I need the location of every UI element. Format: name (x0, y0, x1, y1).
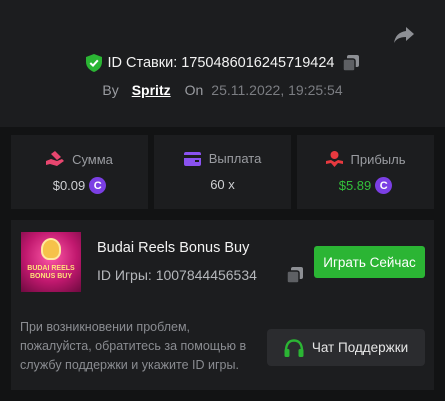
stat-amount-header: Сумма (11, 151, 148, 167)
stat-profit-value-row: $5.89 C (297, 177, 434, 194)
stat-payout-header: Выплата (154, 151, 291, 166)
stat-amount-label: Сумма (72, 151, 113, 167)
bet-header: ID Ставки: 1750486016245719424 By Spritz… (0, 0, 445, 127)
game-id: ID Игры: 1007844456534 (97, 267, 257, 283)
support-chat-button[interactable]: Чат Поддержки (267, 329, 425, 366)
coin-icon: C (375, 177, 393, 194)
shield-check-icon (85, 54, 102, 72)
hand-coin-icon (46, 151, 65, 166)
by-label: By (102, 82, 119, 98)
person-hands-icon (325, 151, 343, 167)
copy-icon[interactable] (287, 267, 303, 283)
stat-payout-label: Выплата (208, 151, 262, 166)
game-panel: BUDAI REELS BONUS BUY Budai Reels Bonus … (11, 220, 434, 390)
on-label: On (184, 82, 204, 98)
wallet-icon (183, 151, 201, 166)
stat-amount-value: $0.09 (52, 178, 86, 193)
stat-payout-value-row: 60 x (154, 177, 291, 192)
stat-card-amount: Сумма $0.09 C (11, 135, 148, 209)
stat-payout-value: 60 x (210, 177, 235, 192)
game-id-value: 1007844456534 (155, 267, 257, 283)
headphones-icon (284, 338, 304, 357)
game-thumbnail-title: BUDAI REELS BONUS BUY (27, 265, 75, 280)
bet-id-label: ID Ставки: (107, 55, 178, 71)
coin-icon: C (89, 177, 107, 194)
bet-id-row: ID Ставки: 1750486016245719424 (0, 52, 445, 74)
game-emblem (41, 238, 61, 260)
support-help-text: При возникновении проблем, пожалуйста, о… (20, 320, 247, 372)
stat-card-payout: Выплата 60 x (154, 135, 291, 209)
username-link[interactable]: Spritz (132, 82, 171, 98)
game-thumbnail[interactable]: BUDAI REELS BONUS BUY (21, 232, 81, 292)
stat-profit-label: Прибыль (350, 151, 406, 167)
stat-card-profit: Прибыль $5.89 C (297, 135, 434, 209)
bet-byline: By Spritz On 25.11.2022, 19:25:54 (0, 80, 445, 100)
share-button[interactable] (392, 24, 416, 46)
play-now-button[interactable]: Играть Сейчас (314, 246, 425, 278)
bet-id-value: 1750486016245719424 (181, 55, 335, 71)
game-id-label: ID Игры: (97, 267, 152, 283)
stat-amount-value-row: $0.09 C (11, 177, 148, 194)
bet-timestamp: 25.11.2022, 19:25:54 (211, 82, 343, 98)
share-arrow-icon (394, 27, 414, 43)
stat-profit-value: $5.89 (338, 178, 372, 193)
game-title: Budai Reels Bonus Buy (97, 240, 250, 256)
stat-profit-header: Прибыль (297, 151, 434, 167)
support-button-label: Чат Поддержки (311, 340, 409, 355)
copy-icon[interactable] (343, 55, 360, 71)
